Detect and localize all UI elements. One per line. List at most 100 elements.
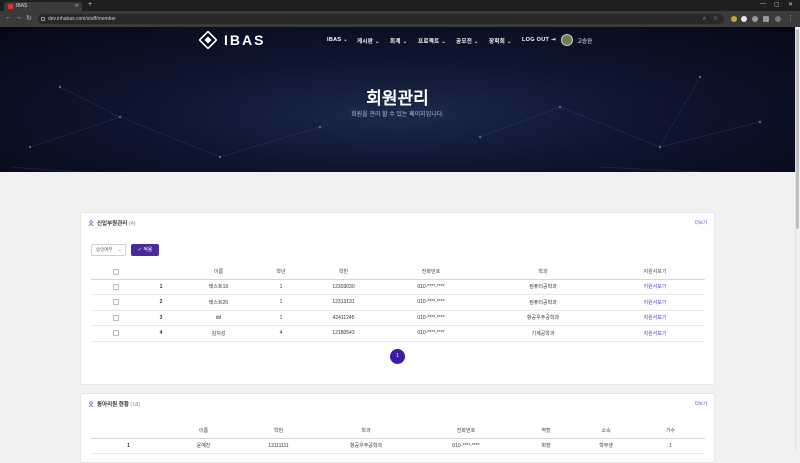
menu-contest[interactable]: 공모전 ⌄ — [456, 37, 479, 45]
menu-board[interactable]: 게시판 ⌄ — [357, 37, 380, 45]
browser-tab-strip: IBAS ✕ + — ▢ ✕ — [0, 0, 800, 11]
extension-icon[interactable] — [731, 16, 737, 22]
pagination-page-1[interactable]: 1 — [390, 349, 405, 364]
row-number: 1 — [141, 279, 181, 295]
scrollbar-thumb[interactable] — [796, 29, 799, 229]
card-count: (18) — [130, 402, 141, 408]
user-name[interactable]: 고승완 — [577, 37, 592, 45]
reload-icon[interactable]: ↻ — [26, 14, 32, 22]
maximize-button[interactable]: ▢ — [774, 1, 780, 8]
forward-icon[interactable]: → — [15, 14, 22, 21]
approval-filter-select[interactable]: 승인여부 ⌄ — [91, 244, 126, 256]
more-link[interactable]: 더보기 — [695, 220, 707, 226]
row-name: 김지성 — [181, 325, 256, 342]
row-department: 기계공학과 — [481, 325, 605, 342]
row-department: 항공우주공학과 — [316, 438, 416, 454]
bookmark-star-icon[interactable]: ☆ — [713, 14, 718, 24]
row-grade: 1 — [256, 294, 306, 311]
row-student-id: 42411245 — [306, 310, 381, 326]
row-grade: 1 — [256, 279, 306, 295]
card-header: 동아리원 현황 (18) — [88, 400, 140, 408]
browser-tab[interactable]: IBAS ✕ — [4, 2, 82, 11]
back-icon[interactable]: ← — [5, 14, 12, 21]
select-value: 승인여부 — [96, 247, 113, 252]
row-department: 컴퓨터공학과 — [481, 279, 605, 295]
select-all-checkbox[interactable] — [91, 265, 141, 280]
tab-title: IBAS — [16, 3, 28, 9]
row-name: dd — [181, 310, 256, 326]
menu-accounting[interactable]: 회계 ⌄ — [390, 37, 407, 45]
row-student-id: 12313131 — [306, 294, 381, 311]
row-phone: 010-****-**** — [416, 438, 516, 454]
table-row: 4 김지성 4 12180543 010-****-**** 기계공학과 지원서… — [91, 325, 705, 342]
address-bar[interactable]: dev.inhabas.com/staff/member ⌕ ☆ — [38, 14, 724, 24]
row-checkbox[interactable] — [91, 310, 141, 326]
tab-close-icon[interactable]: ✕ — [75, 2, 79, 11]
col-number — [91, 424, 166, 439]
menu-ibas[interactable]: IBAS ⌄ — [327, 37, 348, 43]
row-checkbox[interactable] — [91, 325, 141, 342]
row-name: 윤예진 — [166, 438, 241, 454]
col-name: 이름 — [181, 265, 256, 280]
row-name: 테스트19 — [181, 279, 256, 295]
view-application-link[interactable]: 지원서보기 — [605, 279, 705, 295]
row-number: 3 — [141, 310, 181, 326]
menu-scholarship[interactable]: 장학회 ⌄ — [489, 37, 512, 45]
hero-banner: IBAS IBAS ⌄ 게시판 ⌄ 회계 ⌄ 프로젝트 ⌄ 공모전 ⌄ 장학회 … — [0, 27, 795, 172]
col-phone: 전화번호 — [416, 424, 516, 439]
browser-toolbar: ← → ↻ dev.inhabas.com/staff/member ⌕ ☆ ⋮ — [0, 11, 800, 27]
sidepanel-icon[interactable] — [763, 16, 769, 22]
row-phone: 010-****-**** — [381, 325, 481, 342]
page-title: 회원관리 — [366, 89, 429, 108]
table-header-row: 이름 학번 학과 전화번호 역할 소속 기수 — [91, 424, 705, 439]
favicon-icon — [8, 4, 13, 9]
view-application-link[interactable]: 지원서보기 — [605, 310, 705, 326]
browser-menu-icon[interactable]: ⋮ — [787, 14, 794, 22]
zoom-icon[interactable]: ⌕ — [703, 14, 706, 24]
view-application-link[interactable]: 지원서보기 — [605, 325, 705, 342]
row-phone: 010-****-**** — [381, 310, 481, 326]
table-row: 3 dd 1 42411245 010-****-**** 항공우주공학과 지원… — [91, 310, 705, 326]
col-application: 지원서보기 — [605, 265, 705, 280]
col-student-id: 학번 — [241, 424, 316, 439]
row-student-id: 12303030 — [306, 279, 381, 295]
extension-icon[interactable] — [741, 16, 747, 22]
col-grade: 학년 — [256, 265, 306, 280]
row-number: 4 — [141, 325, 181, 342]
view-application-link[interactable]: 지원서보기 — [605, 294, 705, 311]
card-count: (4) — [128, 221, 136, 227]
main-content: 신입부원관리 (4) 더보기 승인여부 ⌄ ✓ 적용 이름 학년 학번 전화번호 — [0, 172, 795, 463]
minimize-button[interactable]: — — [760, 1, 766, 7]
extension-icon[interactable] — [752, 16, 758, 22]
check-icon: ✓ — [137, 247, 142, 253]
new-tab-button[interactable]: + — [88, 1, 92, 8]
avatar[interactable] — [561, 34, 573, 46]
row-generation: 1 — [636, 438, 705, 454]
row-checkbox[interactable] — [91, 279, 141, 295]
col-affiliation: 소속 — [576, 424, 636, 439]
row-phone: 010-****-**** — [381, 294, 481, 311]
row-department: 컴퓨터공학과 — [481, 294, 605, 311]
apply-button[interactable]: ✓ 적용 — [131, 244, 159, 256]
card-title: 신입부원관리 — [97, 221, 128, 227]
more-link[interactable]: 더보기 — [695, 401, 707, 407]
club-members-card: 동아리원 현황 (18) 더보기 이름 학번 학과 전화번호 역할 소속 기수 — [80, 393, 715, 463]
menu-project[interactable]: 프로젝트 ⌄ — [418, 37, 446, 45]
row-checkbox[interactable] — [91, 294, 141, 311]
col-role: 역할 — [516, 424, 576, 439]
profile-icon[interactable] — [775, 16, 781, 22]
row-grade: 4 — [256, 325, 306, 342]
col-department: 학과 — [316, 424, 416, 439]
col-department: 학과 — [481, 265, 605, 280]
ibas-logo-icon[interactable] — [199, 31, 217, 49]
close-window-button[interactable]: ✕ — [788, 1, 793, 8]
row-affiliation: 학부생 — [576, 438, 636, 454]
table-row: 1 윤예진 12111111 항공우주공학과 010-****-**** 회장 … — [91, 438, 705, 454]
row-student-id: 12111111 — [241, 438, 316, 454]
col-generation: 기수 — [636, 424, 705, 439]
site-info-icon[interactable] — [41, 17, 45, 21]
user-icon — [88, 220, 94, 226]
brand-name[interactable]: IBAS — [224, 32, 265, 48]
logout-button[interactable]: LOG OUT ⇥ — [522, 37, 556, 43]
table-header-row: 이름 학년 학번 전화번호 학과 지원서보기 — [91, 265, 705, 280]
